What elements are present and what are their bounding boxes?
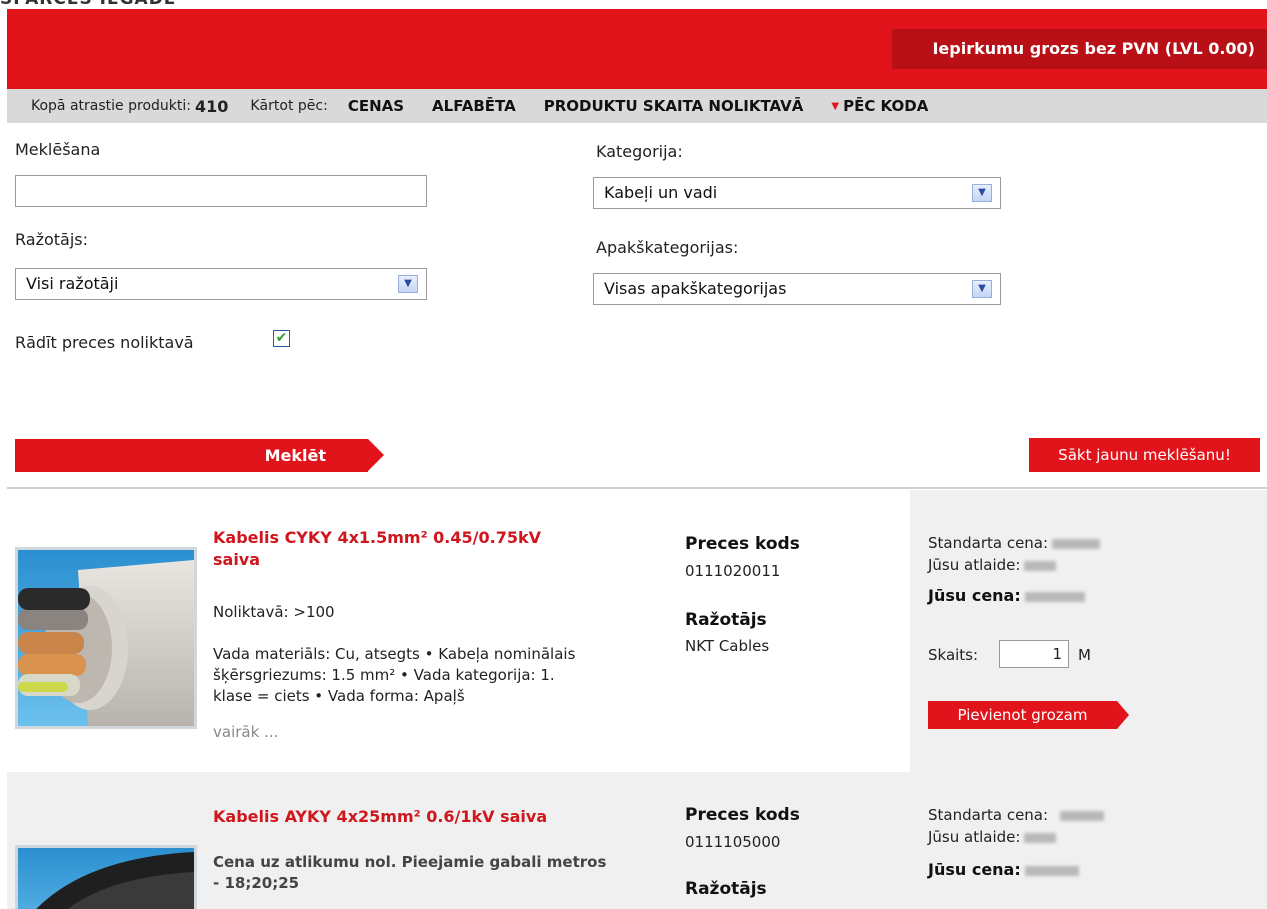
chevron-down-icon[interactable]: ▼ <box>972 280 992 298</box>
add-to-cart-label: Pievienot grozam <box>928 701 1117 729</box>
standard-price: Standarta cena: <box>928 534 1101 552</box>
page-heading: SPARCES IEGADE <box>0 0 176 9</box>
hidden-value <box>1024 560 1057 571</box>
your-price: Jūsu cena: <box>928 586 1085 605</box>
sort-by-label: Kārtot pēc: <box>250 98 328 114</box>
hidden-value <box>1052 538 1101 549</box>
product-note: Cena uz atlikumu nol. Pieejamie gabali m… <box>213 852 606 894</box>
chevron-down-icon[interactable]: ▼ <box>972 184 992 202</box>
discount: Jūsu atlaide: <box>928 556 1057 574</box>
discount: Jūsu atlaide: <box>928 828 1057 846</box>
discount-label: Jūsu atlaide: <box>928 556 1021 574</box>
add-to-cart-button[interactable]: Pievienot grozam <box>928 701 1129 729</box>
sort-arrow-icon: ▼ <box>831 100 840 112</box>
note-line: - 18;20;25 <box>213 874 300 892</box>
instock-checkbox[interactable]: ✔ <box>273 330 290 347</box>
category-label: Kategorija: <box>596 142 683 161</box>
sort-by-code[interactable]: PĒC KODA <box>843 97 928 115</box>
product-title[interactable]: Kabelis CYKY 4x1.5mm² 0.45/0.75kV saiva <box>213 527 541 571</box>
search-label: Meklēšana <box>15 140 101 159</box>
price-panel: Standarta cena: Jūsu atlaide: Jūsu cena: <box>910 772 1267 909</box>
discount-label: Jūsu atlaide: <box>928 828 1021 846</box>
manufacturer-heading: Ražotājs <box>685 879 767 899</box>
divider <box>7 487 1267 489</box>
product-title-line: Kabelis CYKY 4x1.5mm² 0.45/0.75kV <box>213 528 541 547</box>
search-button-label: Meklēt <box>15 439 368 472</box>
your-price: Jūsu cena: <box>928 860 1079 879</box>
sort-by-stock[interactable]: PRODUKTU SKAITA NOLIKTAVĀ <box>544 97 804 115</box>
product-image[interactable] <box>15 845 197 909</box>
product-title[interactable]: Kabelis AYKY 4x25mm² 0.6/1kV saiva <box>213 806 547 828</box>
product-image[interactable] <box>15 547 197 729</box>
chevron-down-icon[interactable]: ▼ <box>398 275 418 293</box>
product-row: Kabelis AYKY 4x25mm² 0.6/1kV saiva Cena … <box>7 772 1267 909</box>
hidden-value <box>1060 810 1105 821</box>
product-manufacturer: NKT Cables <box>685 637 770 655</box>
product-code-label: Preces kods <box>685 534 800 554</box>
your-price-label: Jūsu cena: <box>928 586 1021 605</box>
manufacturer-select[interactable]: Visi ražotāji ▼ <box>15 268 427 300</box>
more-link[interactable]: vairāk ... <box>213 723 278 741</box>
add-to-cart-arrow <box>1117 701 1129 729</box>
product-code-label: Preces kods <box>685 805 800 825</box>
sort-by-price[interactable]: CENAS <box>348 97 404 115</box>
price-panel: Standarta cena: Jūsu atlaide: Jūsu cena:… <box>910 490 1267 772</box>
standard-price: Standarta cena: <box>928 806 1105 824</box>
product-description: Vada materiāls: Cu, atsegts • Kabeļa nom… <box>213 644 575 707</box>
subcategory-label: Apakškategorijas: <box>596 238 739 257</box>
quantity-input[interactable]: 1 <box>999 640 1069 668</box>
product-row: Kabelis CYKY 4x1.5mm² 0.45/0.75kV saiva … <box>7 490 1267 772</box>
subcategory-select-value: Visas apakškategorijas <box>604 279 787 298</box>
manufacturer-label: Ražotājs: <box>15 230 89 249</box>
quantity-label: Skaits: <box>928 646 979 664</box>
subcategory-select[interactable]: Visas apakškategorijas ▼ <box>593 273 1001 305</box>
note-line: Cena uz atlikumu nol. Pieejamie gabali m… <box>213 853 607 871</box>
description-line: Vada materiāls: Cu, atsegts • Kabeļa nom… <box>213 645 576 663</box>
reset-search-button[interactable]: Sākt jaunu meklēšanu! <box>1029 438 1260 472</box>
your-price-label: Jūsu cena: <box>928 860 1021 879</box>
total-products-count: 410 <box>194 96 229 116</box>
search-input[interactable] <box>15 175 427 207</box>
description-line: šķērsgriezums: 1.5 mm² • Vada kategorija… <box>213 666 555 684</box>
sort-by-alphabet[interactable]: ALFABĒTA <box>432 97 516 115</box>
hidden-value <box>1024 865 1079 876</box>
standard-price-label: Standarta cena: <box>928 806 1049 824</box>
header-banner: Iepirkumu grozs bez PVN (LVL 0.00) <box>7 9 1267 89</box>
instock-label: Rādīt preces noliktavā <box>15 333 194 352</box>
unit-label: M <box>1078 646 1091 664</box>
product-stock: Noliktavā: >100 <box>213 603 335 621</box>
category-select-value: Kabeļi un vadi <box>604 183 718 202</box>
product-code: 0111020011 <box>685 562 781 580</box>
description-line: klase = ciets • Vada forma: Apaļš <box>213 687 465 705</box>
product-title-line: saiva <box>213 550 261 569</box>
total-products-label: Kopā atrastie produkti: <box>31 98 191 114</box>
cart-summary-link[interactable]: Iepirkumu grozs bez PVN (LVL 0.00) <box>892 29 1267 69</box>
search-button-arrow <box>368 439 384 471</box>
hidden-value <box>1024 591 1085 602</box>
manufacturer-select-value: Visi ražotāji <box>26 274 119 293</box>
standard-price-label: Standarta cena: <box>928 534 1049 552</box>
search-button[interactable]: Meklēt <box>15 439 385 472</box>
hidden-value <box>1024 832 1057 843</box>
sort-bar: Kopā atrastie produkti: 410 Kārtot pēc: … <box>7 89 1267 123</box>
manufacturer-heading: Ražotājs <box>685 610 767 630</box>
category-select[interactable]: Kabeļi un vadi ▼ <box>593 177 1001 209</box>
product-code: 0111105000 <box>685 833 781 851</box>
